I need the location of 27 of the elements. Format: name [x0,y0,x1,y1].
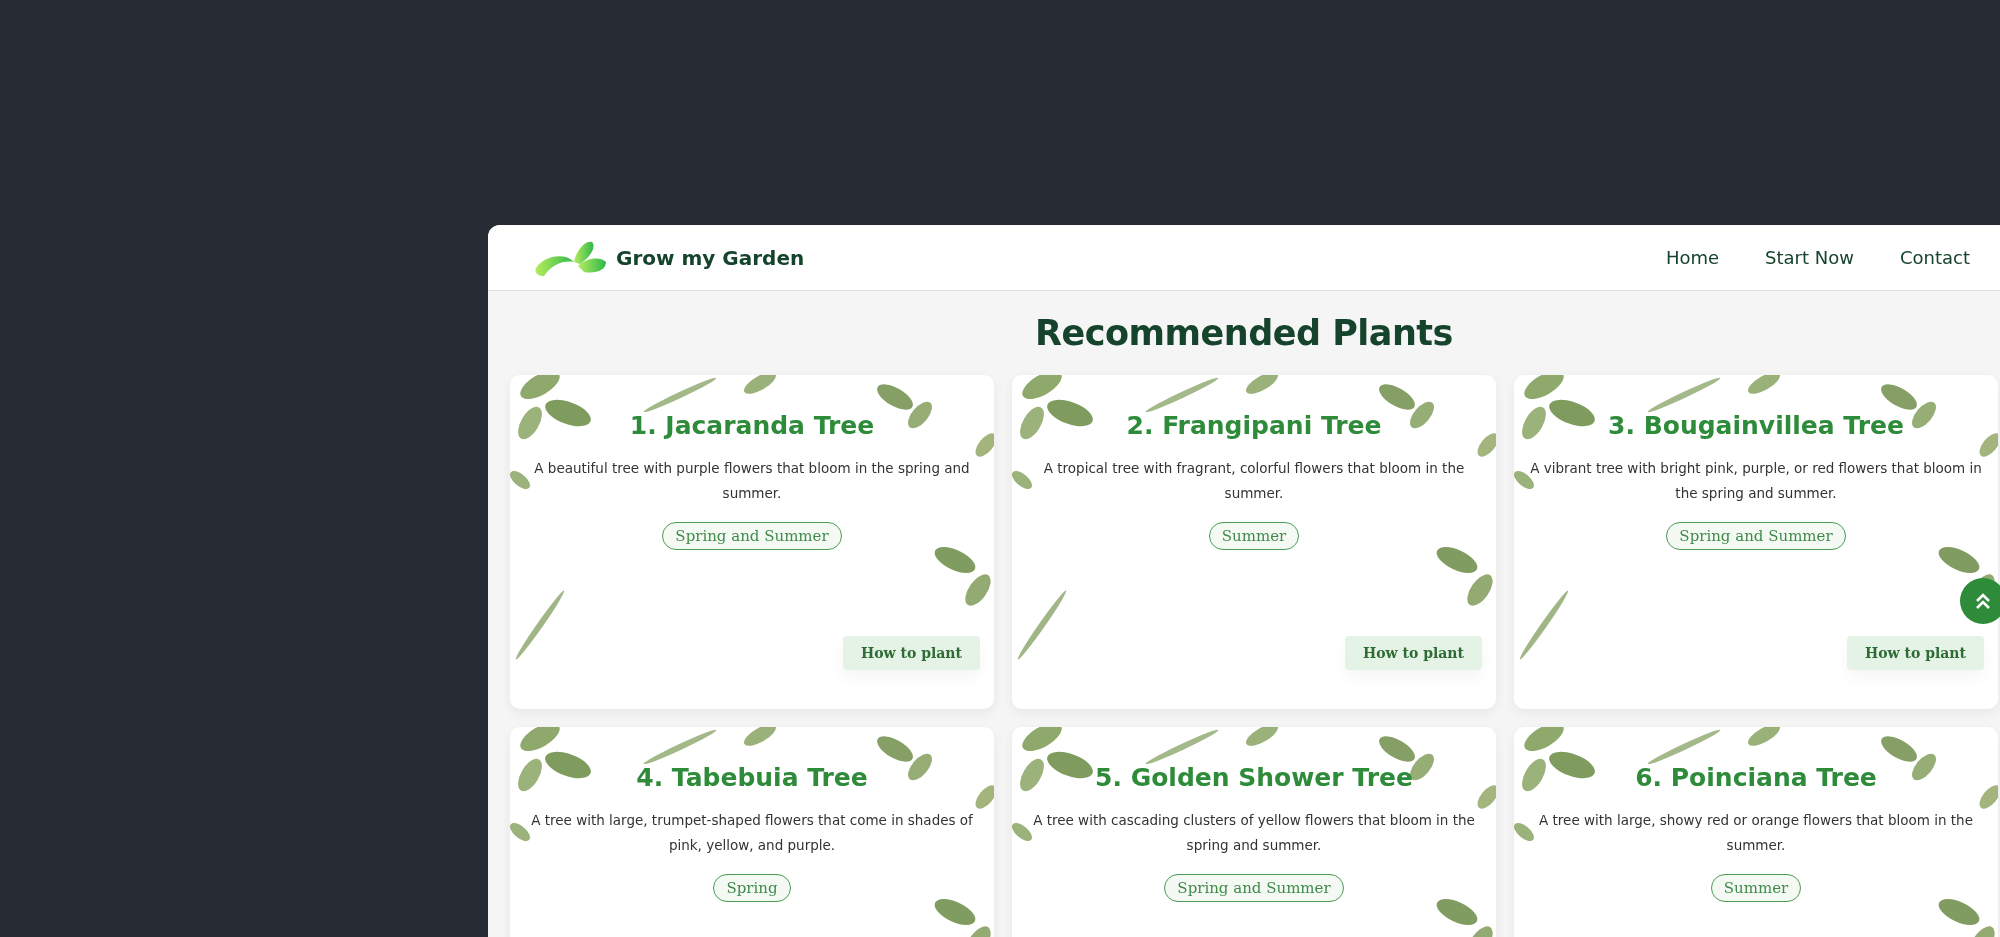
plant-description: A tree with cascading clusters of yellow flowers that bloom in the spring and summer. [1032,811,1476,855]
plant-title: 4. Tabebuia Tree [636,763,868,792]
nav-link[interactable]: Contact [1899,247,1970,268]
brand-name: Grow my Garden [616,245,805,270]
nav-link[interactable]: Home [1665,247,1720,268]
how-to-plant-button[interactable]: How to plant [1345,636,1482,670]
plant-description: A vibrant tree with bright pink, purple, or red flowers that bloom in the spring and summer. [1530,459,1982,503]
how-to-plant-button[interactable]: How to plant [843,636,980,670]
season-tag: Spring and Summer [662,522,842,550]
plant-description: A tree with large, showy red or orange flowers that bloom in the summer. [1538,811,1974,855]
season-tag: Summer [1208,522,1300,550]
season-tag: Spring and Summer [1164,874,1344,902]
plant-description: A tree with large, trumpet-shaped flowers that come in shades of pink, yellow, and purple. [530,811,974,855]
season-tag: Spring [713,874,791,902]
page-heading: Recommended Plants [1034,313,1454,353]
plant-description: A tropical tree with fragrant, colorful flowers that bloom in the summer. [1042,459,1466,503]
plant-description: A beautiful tree with purple flowers that bloom in the spring and summer. [533,459,971,503]
plant-title: 1. Jacaranda Tree [629,411,875,440]
double-chevron-up-icon [1975,592,1991,610]
plant-title: 3. Bougainvillea Tree [1608,411,1904,440]
how-to-plant-button[interactable]: How to plant [1847,636,1984,670]
season-tag: Spring and Summer [1666,522,1846,550]
plant-title: 2. Frangipani Tree [1126,411,1382,440]
plant-title: 5. Golden Shower Tree [1095,763,1413,792]
season-tag: Summer [1710,874,1802,902]
plant-title: 6. Poinciana Tree [1635,763,1877,792]
nav-link[interactable]: Start Now [1765,247,1854,268]
